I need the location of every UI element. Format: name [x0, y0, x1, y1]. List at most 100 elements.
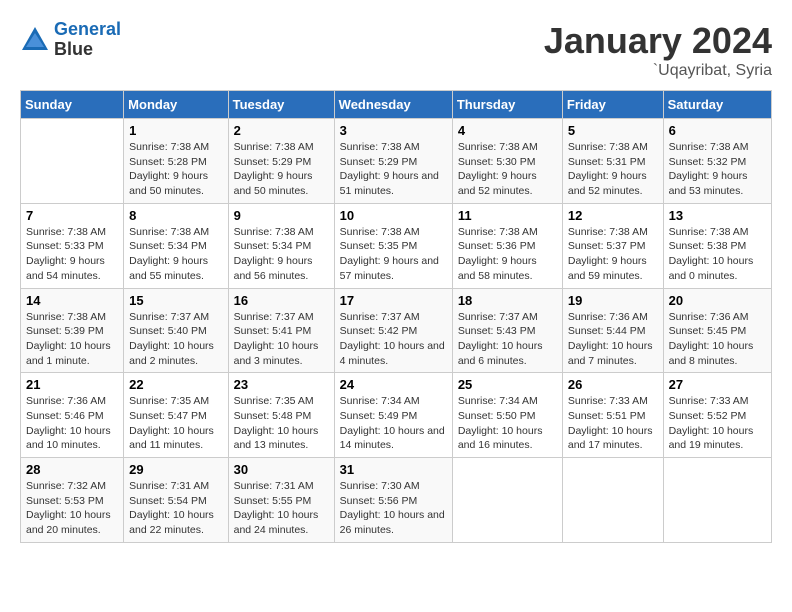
day-number: 25 — [458, 377, 557, 392]
calendar-cell: 13Sunrise: 7:38 AM Sunset: 5:38 PM Dayli… — [663, 203, 771, 288]
calendar-cell: 15Sunrise: 7:37 AM Sunset: 5:40 PM Dayli… — [124, 288, 228, 373]
day-info: Sunrise: 7:38 AM Sunset: 5:34 PM Dayligh… — [234, 225, 329, 284]
weekday-header-thursday: Thursday — [452, 91, 562, 119]
month-title: January 2024 — [544, 20, 772, 62]
day-info: Sunrise: 7:33 AM Sunset: 5:51 PM Dayligh… — [568, 394, 658, 453]
calendar-cell: 22Sunrise: 7:35 AM Sunset: 5:47 PM Dayli… — [124, 373, 228, 458]
title-block: January 2024 `Uqayribat, Syria — [544, 20, 772, 80]
day-number: 20 — [669, 293, 766, 308]
day-number: 21 — [26, 377, 118, 392]
calendar-cell: 10Sunrise: 7:38 AM Sunset: 5:35 PM Dayli… — [334, 203, 452, 288]
day-info: Sunrise: 7:38 AM Sunset: 5:39 PM Dayligh… — [26, 310, 118, 369]
day-info: Sunrise: 7:38 AM Sunset: 5:29 PM Dayligh… — [340, 140, 447, 199]
calendar-cell: 6 Sunrise: 7:38 AM Sunset: 5:32 PM Daylig… — [663, 119, 771, 204]
location-title: `Uqayribat, Syria — [544, 62, 772, 80]
calendar-cell — [452, 458, 562, 543]
day-number: 9 — [234, 208, 329, 223]
day-number: 18 — [458, 293, 557, 308]
day-info: Sunrise: 7:38 AM Sunset: 5:28 PM Dayligh… — [129, 140, 222, 199]
day-number: 15 — [129, 293, 222, 308]
weekday-header-wednesday: Wednesday — [334, 91, 452, 119]
day-info: Sunrise: 7:36 AM Sunset: 5:44 PM Dayligh… — [568, 310, 658, 369]
day-info: Sunrise: 7:38 AM Sunset: 5:37 PM Dayligh… — [568, 225, 658, 284]
calendar-cell: 27 Sunrise: 7:33 AM Sunset: 5:52 PM Dayli… — [663, 373, 771, 458]
calendar-week-2: 7 Sunrise: 7:38 AM Sunset: 5:33 PM Daylig… — [21, 203, 772, 288]
day-info: Sunrise: 7:38 AM Sunset: 5:32 PM Dayligh… — [669, 140, 766, 199]
calendar-week-5: 28 Sunrise: 7:32 AM Sunset: 5:53 PM Dayli… — [21, 458, 772, 543]
day-info: Sunrise: 7:38 AM Sunset: 5:31 PM Dayligh… — [568, 140, 658, 199]
calendar-table: SundayMondayTuesdayWednesdayThursdayFrid… — [20, 90, 772, 543]
logo: General Blue — [20, 20, 121, 60]
calendar-cell: 20 Sunrise: 7:36 AM Sunset: 5:45 PM Dayli… — [663, 288, 771, 373]
day-info: Sunrise: 7:38 AM Sunset: 5:36 PM Dayligh… — [458, 225, 557, 284]
day-number: 12 — [568, 208, 658, 223]
day-number: 8 — [129, 208, 222, 223]
logo-text: General Blue — [54, 20, 121, 60]
day-info: Sunrise: 7:38 AM Sunset: 5:30 PM Dayligh… — [458, 140, 557, 199]
calendar-cell: 4 Sunrise: 7:38 AM Sunset: 5:30 PM Daylig… — [452, 119, 562, 204]
day-number: 3 — [340, 123, 447, 138]
day-number: 2 — [234, 123, 329, 138]
day-number: 4 — [458, 123, 557, 138]
logo-icon — [20, 25, 50, 55]
day-number: 22 — [129, 377, 222, 392]
weekday-header-saturday: Saturday — [663, 91, 771, 119]
calendar-cell: 17Sunrise: 7:37 AM Sunset: 5:42 PM Dayli… — [334, 288, 452, 373]
weekday-header-row: SundayMondayTuesdayWednesdayThursdayFrid… — [21, 91, 772, 119]
calendar-cell: 18 Sunrise: 7:37 AM Sunset: 5:43 PM Dayli… — [452, 288, 562, 373]
calendar-cell — [21, 119, 124, 204]
page-header: General Blue January 2024 `Uqayribat, Sy… — [20, 20, 772, 80]
calendar-week-1: 1 Sunrise: 7:38 AM Sunset: 5:28 PM Daylig… — [21, 119, 772, 204]
day-info: Sunrise: 7:30 AM Sunset: 5:56 PM Dayligh… — [340, 479, 447, 538]
day-info: Sunrise: 7:38 AM Sunset: 5:29 PM Dayligh… — [234, 140, 329, 199]
calendar-cell: 28 Sunrise: 7:32 AM Sunset: 5:53 PM Dayli… — [21, 458, 124, 543]
calendar-cell — [663, 458, 771, 543]
calendar-cell: 5 Sunrise: 7:38 AM Sunset: 5:31 PM Daylig… — [562, 119, 663, 204]
calendar-week-3: 14 Sunrise: 7:38 AM Sunset: 5:39 PM Dayli… — [21, 288, 772, 373]
day-info: Sunrise: 7:38 AM Sunset: 5:33 PM Dayligh… — [26, 225, 118, 284]
calendar-cell: 25Sunrise: 7:34 AM Sunset: 5:50 PM Dayli… — [452, 373, 562, 458]
calendar-cell: 26 Sunrise: 7:33 AM Sunset: 5:51 PM Dayli… — [562, 373, 663, 458]
calendar-cell: 7 Sunrise: 7:38 AM Sunset: 5:33 PM Daylig… — [21, 203, 124, 288]
calendar-cell — [562, 458, 663, 543]
weekday-header-monday: Monday — [124, 91, 228, 119]
day-number: 27 — [669, 377, 766, 392]
day-number: 17 — [340, 293, 447, 308]
day-number: 1 — [129, 123, 222, 138]
calendar-cell: 24Sunrise: 7:34 AM Sunset: 5:49 PM Dayli… — [334, 373, 452, 458]
calendar-cell: 19 Sunrise: 7:36 AM Sunset: 5:44 PM Dayli… — [562, 288, 663, 373]
day-info: Sunrise: 7:37 AM Sunset: 5:43 PM Dayligh… — [458, 310, 557, 369]
day-number: 30 — [234, 462, 329, 477]
day-info: Sunrise: 7:34 AM Sunset: 5:49 PM Dayligh… — [340, 394, 447, 453]
day-info: Sunrise: 7:36 AM Sunset: 5:45 PM Dayligh… — [669, 310, 766, 369]
day-number: 16 — [234, 293, 329, 308]
calendar-cell: 16Sunrise: 7:37 AM Sunset: 5:41 PM Dayli… — [228, 288, 334, 373]
calendar-cell: 21Sunrise: 7:36 AM Sunset: 5:46 PM Dayli… — [21, 373, 124, 458]
day-number: 28 — [26, 462, 118, 477]
day-info: Sunrise: 7:38 AM Sunset: 5:35 PM Dayligh… — [340, 225, 447, 284]
day-number: 11 — [458, 208, 557, 223]
weekday-header-tuesday: Tuesday — [228, 91, 334, 119]
calendar-week-4: 21Sunrise: 7:36 AM Sunset: 5:46 PM Dayli… — [21, 373, 772, 458]
calendar-cell: 8 Sunrise: 7:38 AM Sunset: 5:34 PM Daylig… — [124, 203, 228, 288]
day-info: Sunrise: 7:31 AM Sunset: 5:54 PM Dayligh… — [129, 479, 222, 538]
day-info: Sunrise: 7:38 AM Sunset: 5:38 PM Dayligh… — [669, 225, 766, 284]
logo-line1: General — [54, 19, 121, 39]
day-info: Sunrise: 7:33 AM Sunset: 5:52 PM Dayligh… — [669, 394, 766, 453]
calendar-cell: 11 Sunrise: 7:38 AM Sunset: 5:36 PM Dayli… — [452, 203, 562, 288]
day-number: 14 — [26, 293, 118, 308]
day-info: Sunrise: 7:35 AM Sunset: 5:48 PM Dayligh… — [234, 394, 329, 453]
day-number: 29 — [129, 462, 222, 477]
calendar-cell: 3 Sunrise: 7:38 AM Sunset: 5:29 PM Daylig… — [334, 119, 452, 204]
day-info: Sunrise: 7:31 AM Sunset: 5:55 PM Dayligh… — [234, 479, 329, 538]
calendar-cell: 9 Sunrise: 7:38 AM Sunset: 5:34 PM Daylig… — [228, 203, 334, 288]
day-number: 7 — [26, 208, 118, 223]
day-info: Sunrise: 7:38 AM Sunset: 5:34 PM Dayligh… — [129, 225, 222, 284]
day-info: Sunrise: 7:32 AM Sunset: 5:53 PM Dayligh… — [26, 479, 118, 538]
calendar-body: 1 Sunrise: 7:38 AM Sunset: 5:28 PM Daylig… — [21, 119, 772, 543]
day-number: 26 — [568, 377, 658, 392]
calendar-cell: 1 Sunrise: 7:38 AM Sunset: 5:28 PM Daylig… — [124, 119, 228, 204]
day-number: 5 — [568, 123, 658, 138]
day-number: 6 — [669, 123, 766, 138]
day-number: 19 — [568, 293, 658, 308]
